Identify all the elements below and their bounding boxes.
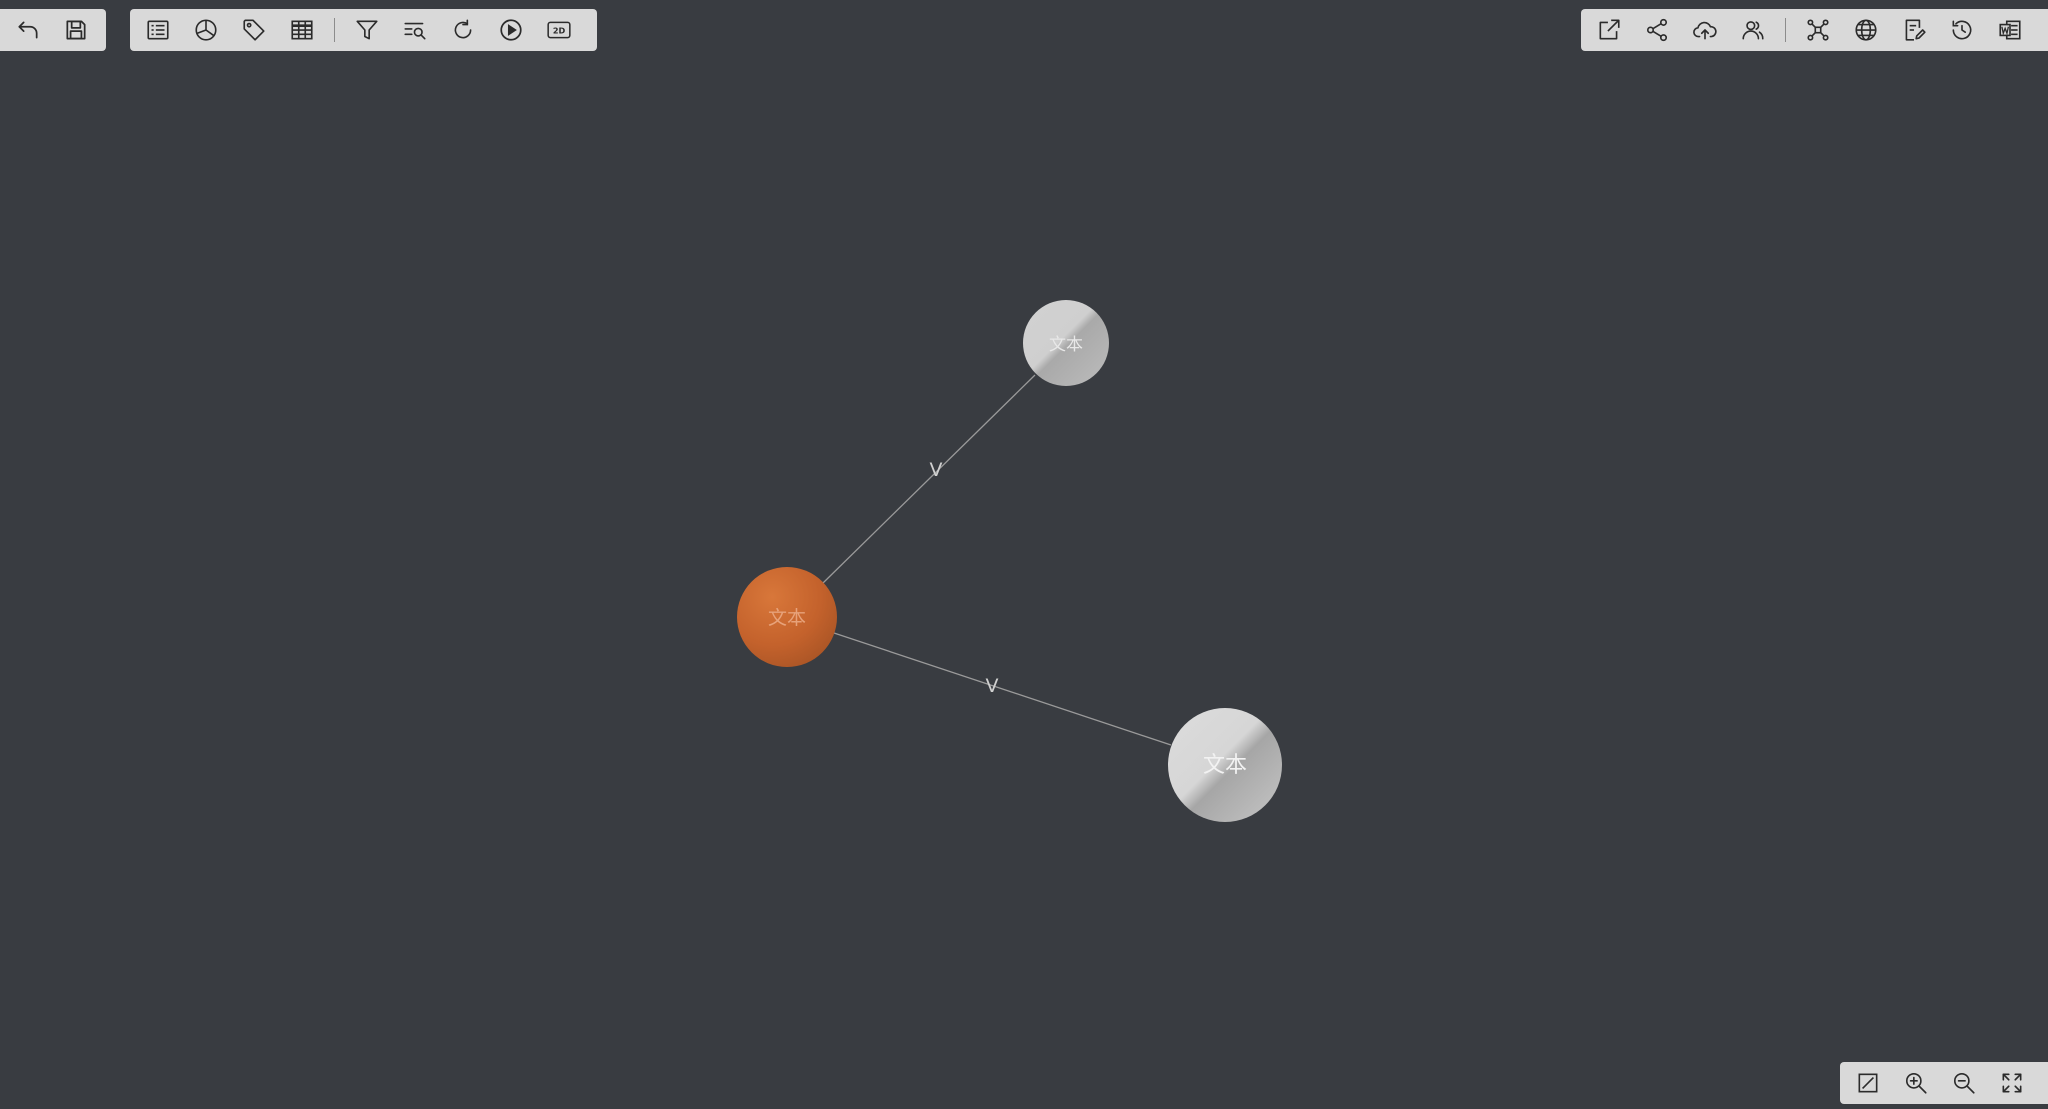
undo-icon xyxy=(18,21,38,39)
tag-icon xyxy=(243,19,265,41)
globe-icon xyxy=(1855,19,1877,41)
2d-icon: 2D xyxy=(547,21,571,39)
graph-canvas[interactable]: V V 文本 文本 文本 xyxy=(0,0,2048,1109)
edge-center-bottom[interactable] xyxy=(830,631,1172,746)
refresh-icon xyxy=(454,19,472,39)
play-icon xyxy=(500,19,522,41)
history-icon xyxy=(1952,20,1972,40)
refresh-button[interactable] xyxy=(439,9,487,51)
filter-icon xyxy=(356,20,378,40)
node-label: 文本 xyxy=(1203,753,1247,778)
zoom-in-button[interactable] xyxy=(1892,1062,1940,1104)
cloud-upload-icon xyxy=(1693,21,1717,40)
history-toolbar xyxy=(0,9,106,51)
edge-label: V xyxy=(986,675,999,697)
fullscreen-button[interactable] xyxy=(1988,1062,2036,1104)
globe-button[interactable] xyxy=(1842,9,1890,51)
network-icon xyxy=(1807,19,1829,41)
save-button[interactable] xyxy=(52,9,100,51)
toolbar-divider xyxy=(1785,18,1786,42)
graph-node-center[interactable]: 文本 xyxy=(737,567,837,667)
network-button[interactable] xyxy=(1794,9,1842,51)
graph-node-top[interactable]: 文本 xyxy=(1023,300,1109,386)
users-button[interactable] xyxy=(1729,9,1777,51)
statistics-button[interactable] xyxy=(182,9,230,51)
zoom-out-icon xyxy=(1953,1072,1975,1094)
zoom-out-button[interactable] xyxy=(1940,1062,1988,1104)
list-button[interactable] xyxy=(134,9,182,51)
export-button[interactable] xyxy=(1585,9,1633,51)
fit-icon xyxy=(1858,1073,1878,1093)
upload-button[interactable] xyxy=(1681,9,1729,51)
undo-button[interactable] xyxy=(4,9,52,51)
search-list-icon xyxy=(404,22,426,40)
node-label: 文本 xyxy=(1049,335,1083,355)
play-button[interactable] xyxy=(487,9,535,51)
share-icon xyxy=(1646,18,1668,42)
svg-text:2D: 2D xyxy=(553,25,566,35)
node-label: 文本 xyxy=(768,607,806,629)
fullscreen-icon xyxy=(2002,1073,2022,1093)
save-icon xyxy=(66,20,86,40)
table-button[interactable] xyxy=(278,9,326,51)
zoom-in-icon xyxy=(1905,1072,1927,1094)
edge-label: V xyxy=(930,459,943,481)
table-icon xyxy=(291,20,313,40)
word-doc-icon xyxy=(1999,20,2021,40)
external-link-icon xyxy=(1599,19,1620,40)
filter-button[interactable] xyxy=(343,9,391,51)
word-export-button[interactable] xyxy=(1986,9,2034,51)
view-2d-button[interactable]: 2D xyxy=(535,9,583,51)
users-icon xyxy=(1742,21,1764,40)
search-list-button[interactable] xyxy=(391,9,439,51)
list-icon xyxy=(147,20,169,40)
graph-svg[interactable]: V V 文本 文本 文本 xyxy=(0,0,2048,1109)
edit-doc-icon xyxy=(1905,19,1926,41)
graph-node-bottom[interactable]: 文本 xyxy=(1168,708,1282,822)
edit-doc-button[interactable] xyxy=(1890,9,1938,51)
main-toolbar: 2D xyxy=(130,9,597,51)
zoom-toolbar xyxy=(1840,1062,2048,1104)
pie-chart-icon xyxy=(195,19,217,41)
share-button[interactable] xyxy=(1633,9,1681,51)
history-button[interactable] xyxy=(1938,9,1986,51)
graph-app: V V 文本 文本 文本 2D xyxy=(0,0,2048,1109)
toolbar-divider xyxy=(334,18,335,42)
fit-button[interactable] xyxy=(1844,1062,1892,1104)
right-toolbar xyxy=(1581,9,2048,51)
tag-button[interactable] xyxy=(230,9,278,51)
